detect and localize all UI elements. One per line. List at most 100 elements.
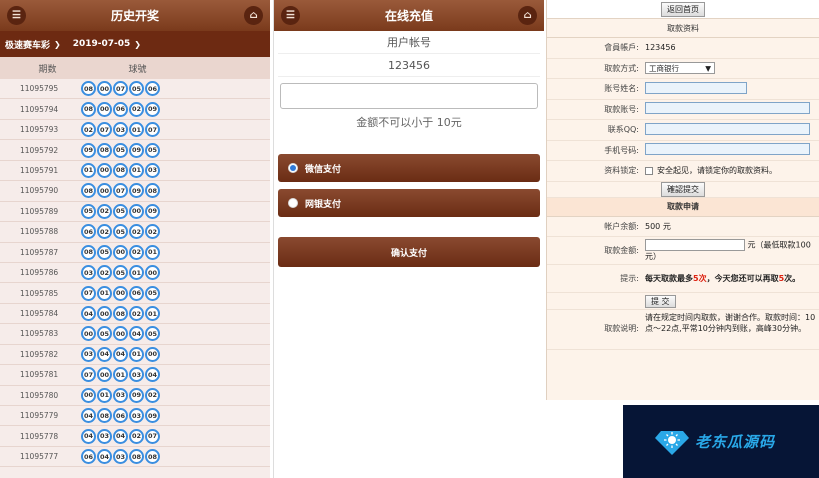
issue-number: 11095793 [20,125,59,135]
phone-input[interactable] [645,143,810,156]
number-ball: 00 [113,244,128,260]
table-row: 11095795 08 00 07 05 06 [0,79,270,100]
name-input[interactable] [645,81,747,94]
table-row: 11095781 07 00 01 03 04 [0,365,270,386]
number-ball: 06 [113,101,128,117]
number-ball: 05 [113,224,128,240]
home-icon[interactable]: ⌂ [518,6,537,25]
menu-icon[interactable]: ☰ [281,6,300,25]
account-label: 取款账号: [604,104,639,114]
amount-input[interactable] [645,239,745,251]
number-ball: 09 [81,142,96,158]
radio-selected-icon [288,163,298,173]
result-balls: 03 02 05 01 00 [81,265,161,281]
table-row: 11095792 09 08 05 09 05 [0,140,270,161]
number-ball: 04 [97,346,112,362]
history-panel: ☰ 历史开奖 ⌂ 极速赛车彩 ❯ 2019-07-05 ❯ 期数 球號 1109… [0,0,270,478]
lottery-select[interactable]: 极速赛车彩 ❯ [5,38,61,51]
home-icon[interactable]: ⌂ [244,6,263,25]
date-select[interactable]: 2019-07-05 ❯ [73,39,141,49]
table-row: 11095790 08 00 07 09 08 [0,181,270,202]
amount-input[interactable] [280,83,538,109]
number-ball: 07 [81,285,96,301]
method-label: 取款方式: [604,63,639,73]
date-select-value: 2019-07-05 [72,39,131,49]
pay-bank-option[interactable]: 网银支付 [278,189,540,217]
issue-number: 11095783 [20,329,59,339]
menu-icon[interactable]: ☰ [7,6,26,25]
number-ball: 03 [113,122,128,138]
result-balls: 02 07 03 01 07 [81,122,161,138]
col-issue: 期数 [38,64,57,75]
number-ball: 08 [81,244,96,260]
number-ball: 01 [129,162,144,178]
number-ball: 04 [113,428,128,444]
history-title: 历史开奖 [110,9,159,23]
number-ball: 01 [129,346,144,362]
confirm-pay-button[interactable]: 确认支付 [278,237,540,267]
name-label: 账号姓名: [604,84,639,94]
member-label: 會員帳戶: [604,43,639,53]
method-select[interactable]: 工商银行 ▼ [645,62,715,75]
history-list: 11095795 08 00 07 05 06 11095794 08 00 06 02 09 1109… [0,79,270,468]
result-balls: 00 01 03 09 02 [81,387,161,403]
result-balls: 05 02 05 00 09 [81,203,161,219]
result-balls: 09 08 05 09 05 [81,142,161,158]
table-row: 11095777 06 04 03 08 08 [0,447,270,468]
lock-checkbox[interactable] [645,166,653,175]
number-ball: 07 [97,122,112,138]
result-balls: 08 05 00 02 01 [81,244,161,260]
number-ball: 04 [129,326,144,342]
number-ball: 09 [145,408,160,424]
pay-wechat-label: 微信支付 [305,164,342,175]
tip-row: 提示: 每天取款最多5次，今天您还可以再取5次。 [547,265,819,293]
amount-row: 取款金额: 元（最低取款100元） [547,237,819,265]
number-ball: 07 [113,81,128,97]
table-row: 11095779 04 08 06 03 09 [0,406,270,427]
min-amount-notice: 金额不可以小于 10元 [356,116,462,129]
number-ball: 06 [113,408,128,424]
number-ball: 05 [145,142,160,158]
number-ball: 08 [113,162,128,178]
number-ball: 02 [129,244,144,260]
submit-row: 提 交 [547,293,819,310]
confirm-submit-row: 確認提交 [547,181,819,198]
issue-number: 11095784 [20,309,59,319]
account-input[interactable] [645,102,810,115]
submit-button[interactable]: 提 交 [645,294,676,308]
back-home-button[interactable]: 返回首页 [661,1,705,17]
number-ball: 05 [81,203,96,219]
number-ball: 05 [113,203,128,219]
number-ball: 01 [97,285,112,301]
pay-wechat-option[interactable]: 微信支付 [278,154,540,182]
account-row: 取款账号: [547,100,819,120]
number-ball: 04 [81,428,96,444]
confirm-submit-button[interactable]: 確認提交 [661,181,705,197]
issue-number: 11095781 [20,370,59,380]
number-ball: 06 [129,285,144,301]
balance-row: 帐户余额: 500 元 [547,217,819,237]
result-balls: 07 01 00 06 05 [81,285,161,301]
number-ball: 04 [97,449,112,465]
qq-input[interactable] [645,122,810,135]
number-ball: 01 [129,122,144,138]
number-ball: 07 [113,183,128,199]
result-balls: 04 00 08 02 01 [81,306,161,322]
number-ball: 02 [97,203,112,219]
number-ball: 02 [81,122,96,138]
number-ball: 02 [97,224,112,240]
number-ball: 00 [97,162,112,178]
number-ball: 05 [113,142,128,158]
filter-bar: 极速赛车彩 ❯ 2019-07-05 ❯ [0,31,270,57]
number-ball: 02 [129,428,144,444]
account-label: 用户帐号 [278,31,540,54]
tip-text-c: ，今天您还可以再取 [706,274,779,283]
table-row: 11095786 03 02 05 01 00 [0,263,270,284]
number-ball: 05 [129,81,144,97]
number-ball: 00 [129,203,144,219]
number-ball: 06 [81,449,96,465]
issue-number: 11095794 [20,104,59,114]
radio-icon [288,198,298,208]
number-ball: 08 [113,306,128,322]
method-row: 取款方式: 工商银行 ▼ [547,59,819,79]
